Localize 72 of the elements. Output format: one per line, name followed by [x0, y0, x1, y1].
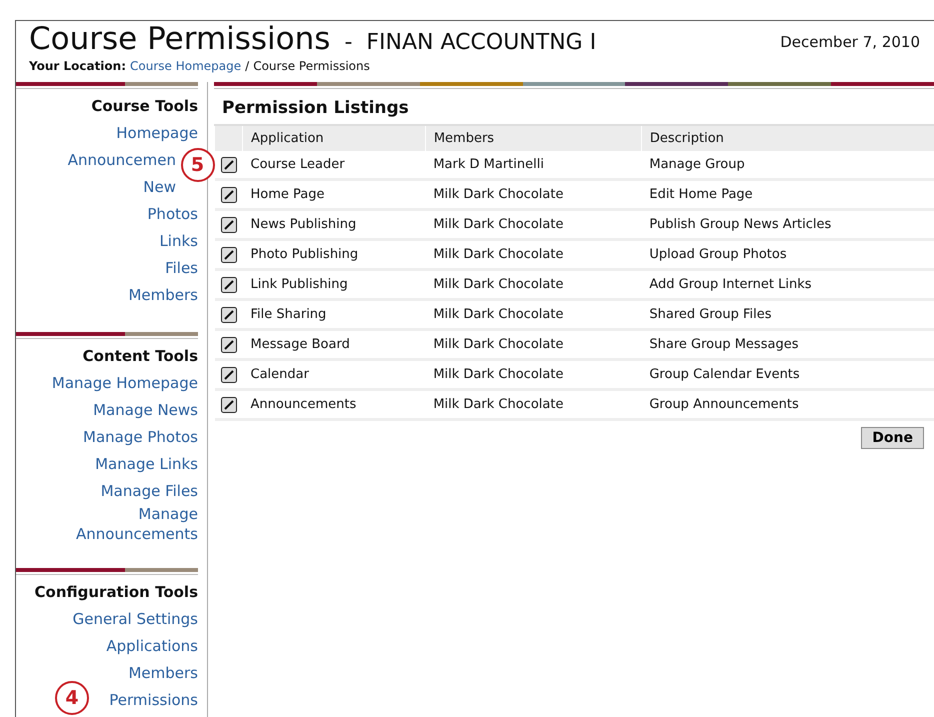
table-cell: Photo Publishing [242, 240, 426, 270]
sidebar-link[interactable]: Manage Homepage [52, 372, 198, 392]
edit-icon[interactable] [220, 216, 236, 232]
sidebar-link[interactable]: New [143, 176, 176, 196]
location-label: Your Location: [29, 59, 126, 73]
table-cell: News Publishing [242, 210, 426, 240]
section-heading: Configuration Tools [34, 583, 198, 601]
table-cell: Announcements [242, 390, 426, 420]
table-cell: Milk Dark Chocolate [425, 330, 642, 360]
sidebar-link[interactable]: Manage Files [100, 480, 198, 500]
edit-icon[interactable] [220, 306, 236, 322]
page-title: Course Permissions [29, 21, 330, 57]
table-cell: Milk Dark Chocolate [425, 180, 642, 210]
table-cell: Milk Dark Chocolate [425, 360, 642, 390]
table-cell: Message Board [242, 330, 426, 360]
sidebar-link[interactable]: Manage News [93, 400, 198, 420]
sidebar-link[interactable]: Manage Links [95, 454, 198, 474]
edit-icon[interactable] [220, 366, 236, 382]
edit-icon[interactable] [220, 396, 236, 412]
title-separator: - [344, 30, 352, 55]
table-cell: Home Page [242, 180, 426, 210]
sidebar-link[interactable]: Files [165, 258, 198, 278]
course-name: FINAN ACCOUNTNG I [366, 30, 596, 55]
sidebar-link[interactable]: Manage Announcements [16, 504, 198, 544]
table-cell: Manage Group [641, 151, 934, 180]
edit-icon[interactable] [220, 336, 236, 352]
edit-icon[interactable] [220, 156, 236, 172]
sidebar-link[interactable]: Manage Photos [83, 426, 198, 446]
column-header: Application [242, 125, 426, 151]
sidebar-link[interactable]: Announcemen [68, 150, 176, 170]
sidebar-link[interactable]: Members [128, 662, 198, 682]
breadcrumb-text: Course Permissions [253, 59, 370, 73]
sidebar-link[interactable]: Applications [106, 636, 198, 656]
edit-icon[interactable] [220, 186, 236, 202]
table-cell: Share Group Messages [641, 330, 934, 360]
table-cell: Milk Dark Chocolate [425, 240, 642, 270]
section-heading: Permission Listings [222, 98, 410, 118]
sidebar-link[interactable]: Permissions [109, 690, 198, 710]
header-cell [214, 125, 242, 151]
table-cell: Shared Group Files [641, 300, 934, 330]
breadcrumb-text: / [245, 59, 250, 73]
edit-icon[interactable] [220, 276, 236, 292]
section-heading: Course Tools [90, 97, 198, 115]
sidebar-link[interactable]: General Settings [72, 608, 198, 628]
table-cell: Course Leader [242, 151, 426, 180]
done-button[interactable]: Done [861, 427, 924, 449]
column-header: Description [641, 125, 934, 151]
sidebar-link[interactable]: Photos [147, 204, 198, 224]
sidebar-link[interactable]: Homepage [116, 122, 198, 142]
section-heading: Content Tools [82, 347, 198, 365]
table-cell: Group Calendar Events [641, 360, 934, 390]
breadcrumb-link[interactable]: Course Homepage [130, 59, 242, 73]
table-cell: Link Publishing [242, 270, 426, 300]
table-cell: Upload Group Photos [641, 240, 934, 270]
table-cell: Milk Dark Chocolate [425, 390, 642, 420]
date-label: December 7, 2010 [780, 33, 920, 53]
sidebar-link[interactable]: Links [159, 230, 198, 250]
callout-marker: 5 [180, 148, 214, 182]
table-cell: Mark D Martinelli [425, 151, 642, 180]
table-cell: Publish Group News Articles [641, 210, 934, 240]
table-cell: Add Group Internet Links [641, 270, 934, 300]
table-cell: File Sharing [242, 300, 426, 330]
sidebar-link[interactable]: Members [128, 284, 198, 304]
table-cell: Milk Dark Chocolate [425, 270, 642, 300]
table-cell: Milk Dark Chocolate [425, 300, 642, 330]
table-cell: Milk Dark Chocolate [425, 210, 642, 240]
table-cell: Group Announcements [641, 390, 934, 420]
table-cell: Edit Home Page [641, 180, 934, 210]
column-header: Members [425, 125, 642, 151]
callout-marker: 4 [55, 681, 89, 715]
edit-icon[interactable] [220, 246, 236, 262]
table-cell: Calendar [242, 360, 426, 390]
